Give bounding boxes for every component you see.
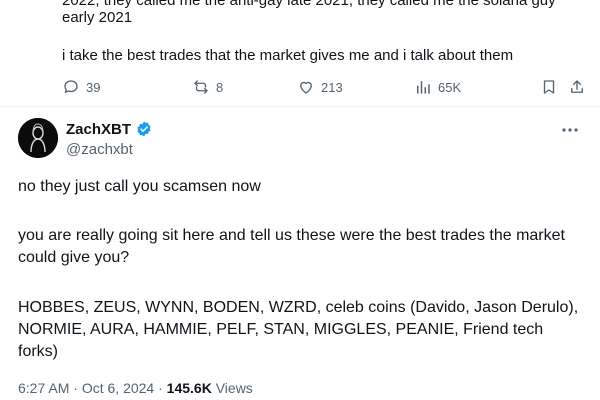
more-icon	[562, 128, 578, 132]
reply-count: 39	[86, 79, 101, 95]
tweet-paragraph-1: no they just call you scamsen now	[18, 178, 261, 195]
tweet-divider	[0, 106, 600, 107]
views-label: Views	[215, 380, 253, 396]
author-name-row[interactable]: ZachXBT	[66, 120, 153, 138]
tweet-paragraph-2: you are really going sit here and tell u…	[18, 227, 565, 266]
repost-count: 8	[216, 79, 224, 95]
share-icon	[571, 80, 583, 93]
repost-button[interactable]: 8	[192, 76, 223, 98]
tweet-time[interactable]: 6:27 AM	[18, 380, 69, 396]
meta-separator: ·	[69, 380, 82, 396]
views-count: 145.6K	[166, 380, 212, 396]
tweet-paragraph-3: HOBBES, ZEUS, WYNN, BODEN, WZRD, celeb c…	[18, 299, 579, 360]
more-options-button[interactable]	[560, 122, 580, 138]
author-display-name[interactable]: ZachXBT	[66, 121, 131, 138]
avatar-figure-icon	[18, 118, 58, 158]
reply-icon	[64, 80, 78, 93]
tweet-date[interactable]: Oct 6, 2024	[82, 380, 154, 396]
views-count-small: 65K	[438, 79, 462, 95]
previous-tweet-line-2: i take the best trades that the market g…	[62, 47, 514, 64]
verified-badge-icon	[137, 121, 151, 137]
analytics-icon	[417, 81, 430, 94]
previous-tweet-line-1: early 2021	[62, 9, 133, 26]
like-button[interactable]: 213	[297, 76, 343, 98]
reply-button[interactable]: 39	[62, 76, 100, 98]
tweet-meta: 6:27 AM · Oct 6, 2024 · 145.6K Views	[18, 380, 253, 396]
previous-tweet-cut-line: 2022, they called me the anti-gay late 2…	[62, 0, 556, 9]
views-button[interactable]: 65K	[414, 76, 461, 98]
share-button[interactable]	[568, 76, 586, 98]
like-count: 213	[321, 79, 343, 95]
meta-separator: ·	[154, 380, 167, 396]
previous-tweet-actions: 39 8 213 65K	[62, 76, 586, 98]
author-handle[interactable]: @zachxbt	[66, 141, 133, 158]
bookmark-icon	[543, 80, 555, 94]
bookmark-button[interactable]	[540, 76, 558, 98]
repost-icon	[194, 80, 208, 94]
avatar[interactable]	[18, 118, 58, 158]
heart-icon	[300, 81, 312, 94]
